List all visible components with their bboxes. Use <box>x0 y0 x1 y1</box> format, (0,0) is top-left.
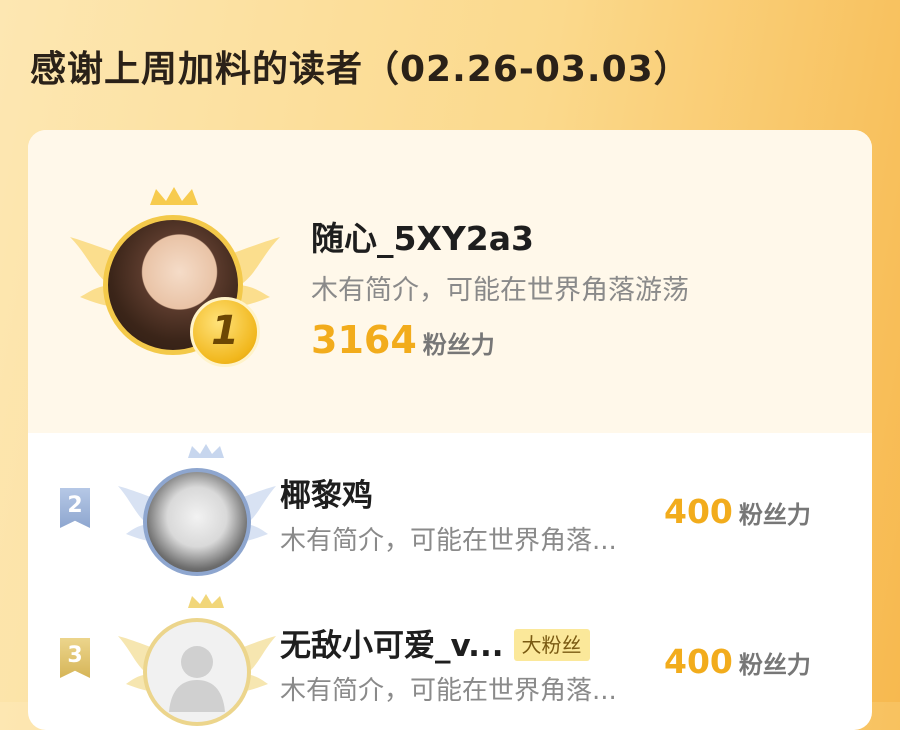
rank-3-tag: 3 <box>60 638 90 678</box>
rank-2-score-unit: 粉丝力 <box>738 501 811 529</box>
page-title: 感谢上周加料的读者（02.26-03.03） <box>30 49 691 90</box>
leaderboard-card: 1 随心_5XY2a3 木有简介，可能在世界角落游荡 3164 粉丝力 2 椰黎鸡… <box>28 130 872 730</box>
default-user-icon <box>169 646 225 712</box>
rank-2-avatar-frame <box>118 440 288 590</box>
rank-1-avatar-frame: 1 <box>70 185 280 375</box>
rank-3-bio: 木有简介，可能在世界角落... <box>280 676 617 706</box>
rank-1-name[interactable]: 随心_5XY2a3 <box>311 212 534 260</box>
rank-2-bio: 木有简介，可能在世界角落... <box>280 526 617 556</box>
rank-3-score-unit: 粉丝力 <box>738 651 811 679</box>
rank-2-tag: 2 <box>60 488 90 528</box>
rank-1-bio: 木有简介，可能在世界角落游荡 <box>311 275 689 306</box>
rank-3-score: 400 粉丝力 <box>664 642 811 681</box>
rank-3-entry[interactable]: 3 无敌小可爱_v... 大粉丝 木有简介，可能在世界角落... 400 粉丝力 <box>28 590 872 730</box>
rank-2-name[interactable]: 椰黎鸡 <box>280 470 373 515</box>
rank-2-score-value: 400 <box>664 492 733 531</box>
rank-2-score: 400 粉丝力 <box>664 492 811 531</box>
rank-3-score-value: 400 <box>664 642 733 681</box>
rank-1-medal: 1 <box>190 297 260 367</box>
big-fan-badge: 大粉丝 <box>513 629 590 661</box>
rank-2-avatar <box>143 468 251 576</box>
rank-3-name[interactable]: 无敌小可爱_v... <box>280 628 504 664</box>
rank-1-entry[interactable]: 1 随心_5XY2a3 木有简介，可能在世界角落游荡 3164 粉丝力 <box>28 130 872 433</box>
rank-1-score-unit: 粉丝力 <box>422 331 495 359</box>
rank-3-name-row[interactable]: 无敌小可爱_v... 大粉丝 <box>280 620 590 665</box>
rank-3-avatar <box>143 618 251 726</box>
rank-3-avatar-frame <box>118 590 288 730</box>
rank-1-score-value: 3164 <box>311 318 417 362</box>
rank-2-entry[interactable]: 2 椰黎鸡 木有简介，可能在世界角落... 400 粉丝力 <box>28 440 872 590</box>
rank-1-score: 3164 粉丝力 <box>311 318 495 362</box>
